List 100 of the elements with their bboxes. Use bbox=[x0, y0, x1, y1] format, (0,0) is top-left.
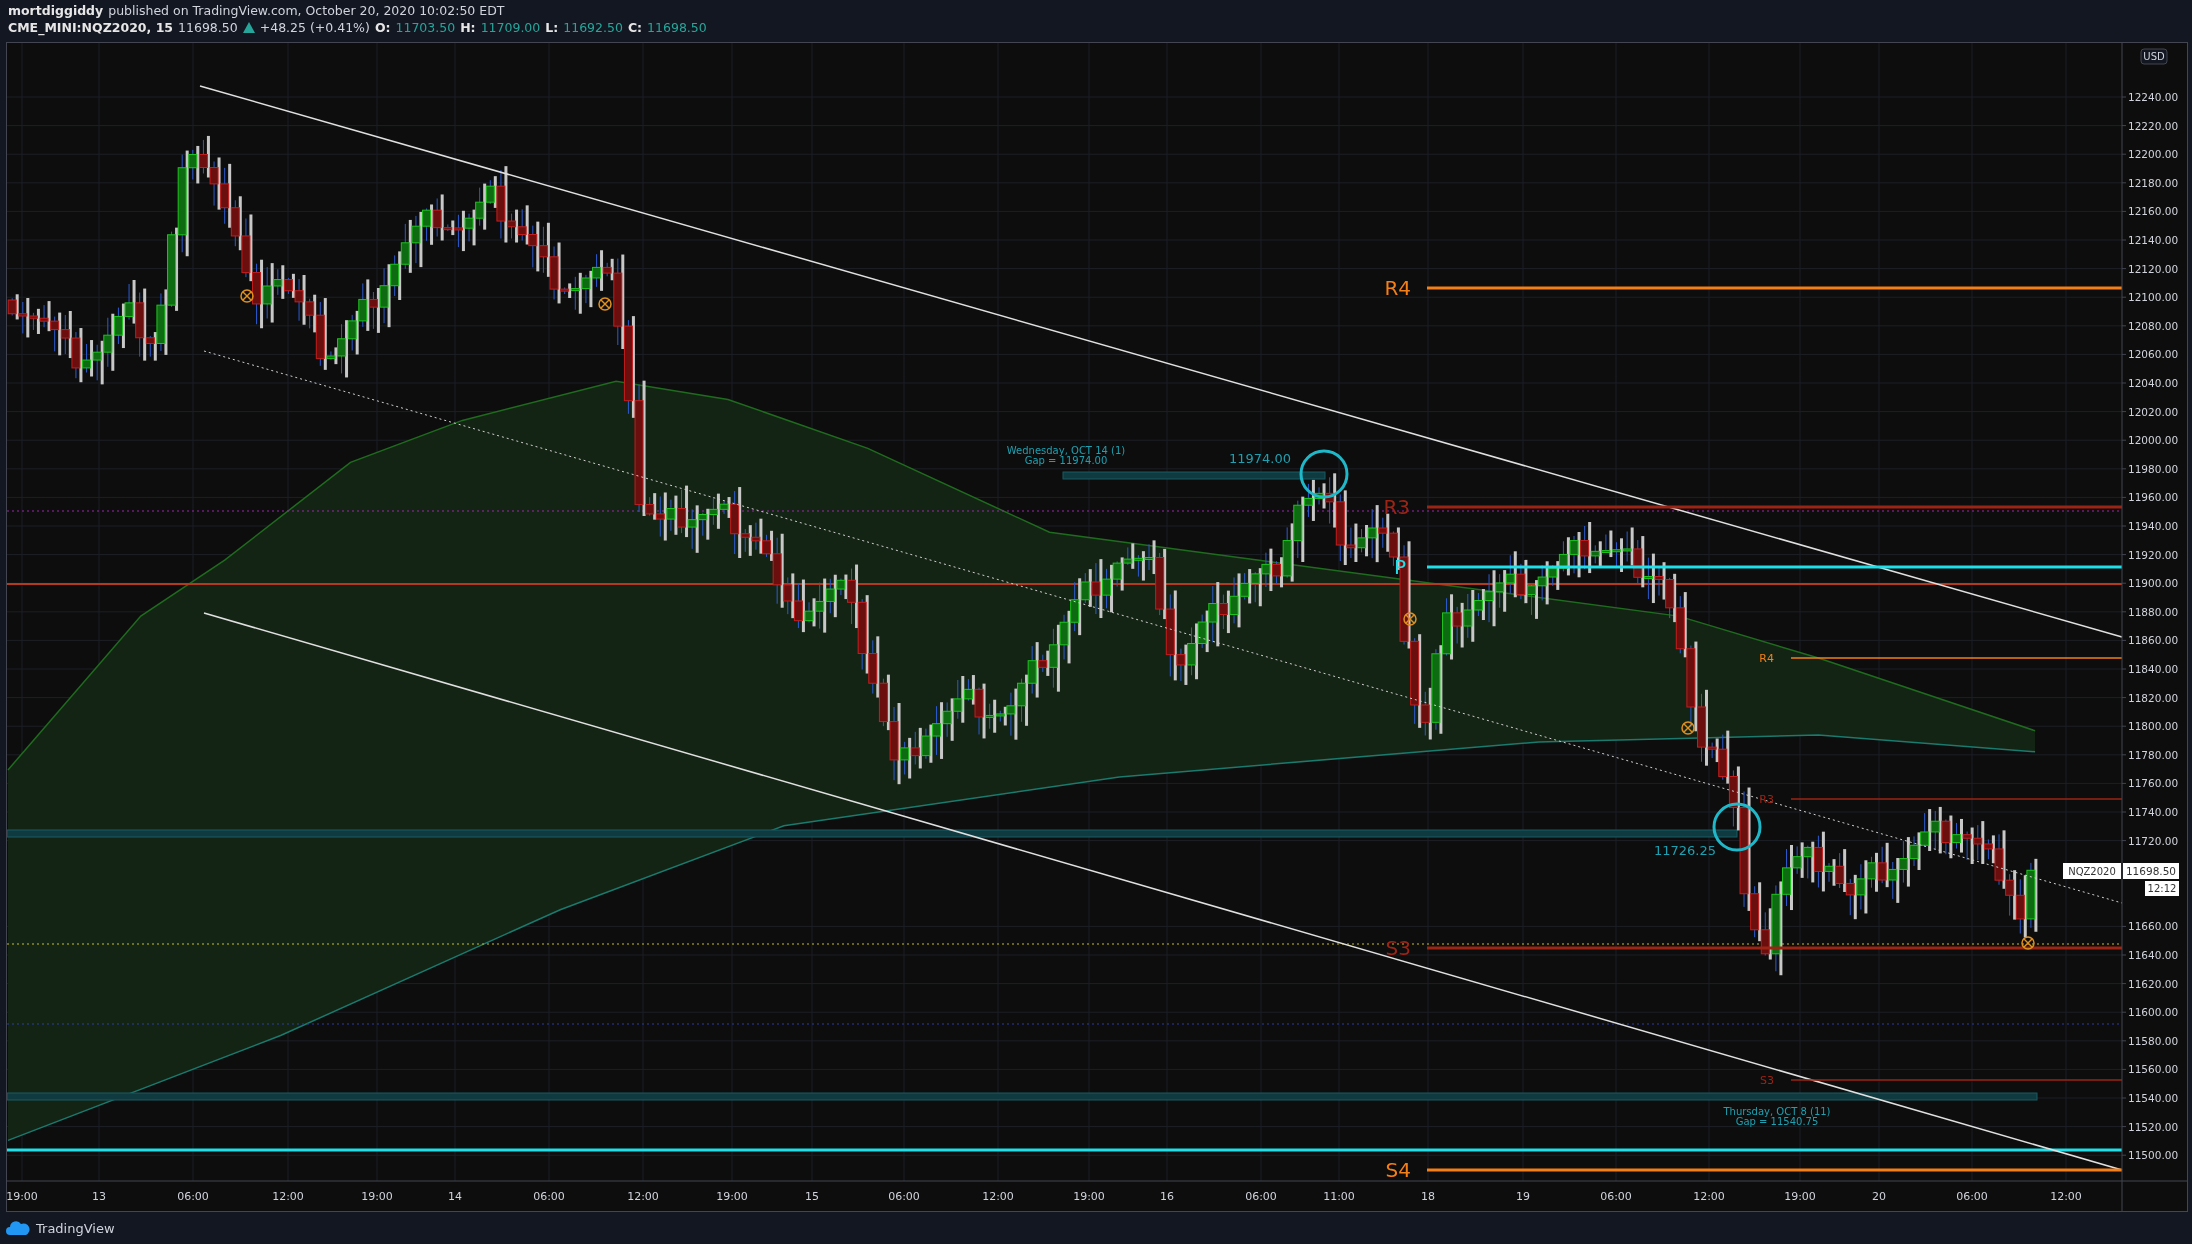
gap-price-label: 11726.25 bbox=[1653, 843, 1716, 858]
time-axis-label: 19:00 bbox=[361, 1190, 393, 1203]
x-marker-icon bbox=[598, 297, 612, 311]
price-axis-label: 11640.00 bbox=[2128, 949, 2179, 961]
time-axis-label: 06:00 bbox=[1600, 1190, 1632, 1203]
price-axis-label: 11500.00 bbox=[2128, 1149, 2179, 1162]
symbol-tag: NQZ2020 bbox=[2063, 863, 2121, 879]
level-label: S4 bbox=[1385, 1158, 1411, 1182]
cloud-logo-icon bbox=[6, 1221, 30, 1235]
price-axis-label: 12120.00 bbox=[2128, 262, 2179, 275]
time-axis-label: 13 bbox=[92, 1190, 106, 1203]
x-marker-icon bbox=[1403, 612, 1417, 626]
time-axis-label: 20 bbox=[1872, 1190, 1886, 1203]
gap-price-label: 11974.00 bbox=[1228, 451, 1291, 466]
time-axis-label: 06:00 bbox=[1956, 1190, 1988, 1203]
time-axis-label: 06:00 bbox=[533, 1190, 565, 1203]
time-axis-label: 19:00 bbox=[7, 1190, 38, 1203]
price-axis-label: 11600.00 bbox=[2128, 1006, 2179, 1019]
time-axis-label: 15 bbox=[805, 1190, 819, 1203]
ohlc-label: O: bbox=[374, 20, 391, 35]
symbol-title: CME_MINI:NQZ2020, 15 bbox=[8, 20, 174, 35]
price-axis-label: 12220.00 bbox=[2128, 119, 2179, 132]
price-axis-label: 11880.00 bbox=[2128, 605, 2179, 618]
ohlc-value: 11692.50 bbox=[563, 20, 623, 35]
time-axis-label: 19:00 bbox=[1073, 1190, 1105, 1203]
price-axis-label: 11940.00 bbox=[2128, 520, 2179, 532]
time-axis-label: 12:00 bbox=[1693, 1190, 1725, 1203]
level-label: S3 bbox=[1760, 1074, 1774, 1087]
price-axis-label: 11540.00 bbox=[2128, 1092, 2179, 1104]
price-axis-label: 12100.00 bbox=[2128, 291, 2179, 304]
price-axis-label: 12000.00 bbox=[2128, 434, 2179, 447]
price-axis-label: 12240.00 bbox=[2128, 91, 2179, 103]
ohlc-value: 11709.00 bbox=[480, 20, 541, 35]
price-axis-label: 12180.00 bbox=[2128, 176, 2179, 189]
level-label: P bbox=[1393, 555, 1406, 579]
gap-value: Gap = 11974.00 bbox=[1024, 455, 1108, 466]
ohlc-label: L: bbox=[545, 20, 559, 35]
author-name: mortdiggiddy bbox=[8, 3, 104, 18]
time-axis-label: 19:00 bbox=[716, 1190, 748, 1203]
gap-value: Gap = 11540.75 bbox=[1735, 1116, 1819, 1127]
publish-info: published on TradingView.com, October 20, 2020 10:02:50 EDT bbox=[108, 3, 505, 18]
time-axis-label: 18 bbox=[1421, 1190, 1435, 1203]
level-label: S3 bbox=[1385, 936, 1411, 960]
time-axis-label: 12:00 bbox=[2050, 1190, 2082, 1203]
ohlc-label: C: bbox=[627, 20, 643, 35]
price-axis-label: 12040.00 bbox=[2128, 377, 2179, 389]
currency-badge: USD bbox=[2140, 48, 2168, 65]
gap-title: Wednesday, OCT 14 (1) bbox=[1006, 445, 1126, 456]
ohlc-label: H: bbox=[460, 20, 476, 35]
time-axis-label: 11:00 bbox=[1323, 1190, 1355, 1203]
time-axis-label: 19:00 bbox=[1784, 1190, 1816, 1203]
gap-title: Thursday, OCT 8 (11) bbox=[1723, 1106, 1831, 1117]
price-axis-label: 12160.00 bbox=[2128, 205, 2179, 218]
price-axis-label: 11960.00 bbox=[2128, 491, 2179, 504]
price-axis-label: 12060.00 bbox=[2128, 348, 2179, 361]
circle-marker bbox=[1299, 449, 1349, 499]
time-axis-label: 16 bbox=[1160, 1190, 1174, 1203]
price-axis-label: 11980.00 bbox=[2128, 462, 2179, 475]
price-axis-label: 12020.00 bbox=[2128, 405, 2179, 418]
x-marker-icon bbox=[240, 289, 254, 303]
time-axis-label: 12:00 bbox=[627, 1190, 659, 1203]
ohlc-value: 11703.50 bbox=[395, 20, 456, 35]
time-axis-label: 06:00 bbox=[1245, 1190, 1277, 1203]
ohlc-value: 11698.50 bbox=[647, 20, 707, 35]
time-axis-label: 14 bbox=[448, 1190, 462, 1203]
price-axis-label: 11520.00 bbox=[2128, 1120, 2179, 1133]
x-marker-icon bbox=[1681, 721, 1695, 735]
price-axis-label: 12200.00 bbox=[2128, 148, 2179, 161]
price-axis-label: 11560.00 bbox=[2128, 1063, 2179, 1076]
level-label: R3 bbox=[1759, 793, 1774, 806]
price-change: +48.25 (+0.41%) bbox=[259, 20, 370, 35]
level-label: R4 bbox=[1384, 276, 1411, 300]
price-axis-label: 11660.00 bbox=[2128, 920, 2179, 933]
level-label: R4 bbox=[1759, 652, 1774, 665]
price-axis-label: 11840.00 bbox=[2128, 663, 2179, 675]
price-axis-label: 12080.00 bbox=[2128, 319, 2179, 332]
price-axis-label: 11740.00 bbox=[2128, 806, 2179, 818]
price-tag: 11698.50 bbox=[2123, 863, 2179, 879]
countdown-tag: 12:12 bbox=[2145, 881, 2179, 896]
x-marker-icon bbox=[2021, 936, 2035, 950]
price-axis-label: 11820.00 bbox=[2128, 691, 2179, 704]
price-axis-label: 11780.00 bbox=[2128, 748, 2179, 761]
price-axis-label: 11580.00 bbox=[2128, 1034, 2179, 1047]
time-axis-label: 06:00 bbox=[177, 1190, 209, 1203]
price-axis-label: 11800.00 bbox=[2128, 720, 2179, 733]
up-triangle-icon bbox=[242, 22, 255, 33]
time-axis-label: 12:00 bbox=[982, 1190, 1014, 1203]
price-axis-label: 11920.00 bbox=[2128, 548, 2179, 561]
price-axis-label: 11900.00 bbox=[2128, 577, 2179, 590]
price-axis-label: 11620.00 bbox=[2128, 977, 2179, 990]
level-label: R3 bbox=[1383, 495, 1410, 519]
price-axis-label: 11860.00 bbox=[2128, 634, 2179, 647]
time-axis-label: 19 bbox=[1516, 1190, 1530, 1203]
time-axis-label: 06:00 bbox=[888, 1190, 920, 1203]
price-axis-label: 11760.00 bbox=[2128, 777, 2179, 790]
price-axis-label: 12140.00 bbox=[2128, 234, 2179, 246]
price-axis-label: 11720.00 bbox=[2128, 834, 2179, 847]
last-price: 11698.50 bbox=[178, 20, 238, 35]
time-axis-label: 12:00 bbox=[272, 1190, 304, 1203]
brand-link[interactable]: TradingView bbox=[36, 1220, 115, 1236]
